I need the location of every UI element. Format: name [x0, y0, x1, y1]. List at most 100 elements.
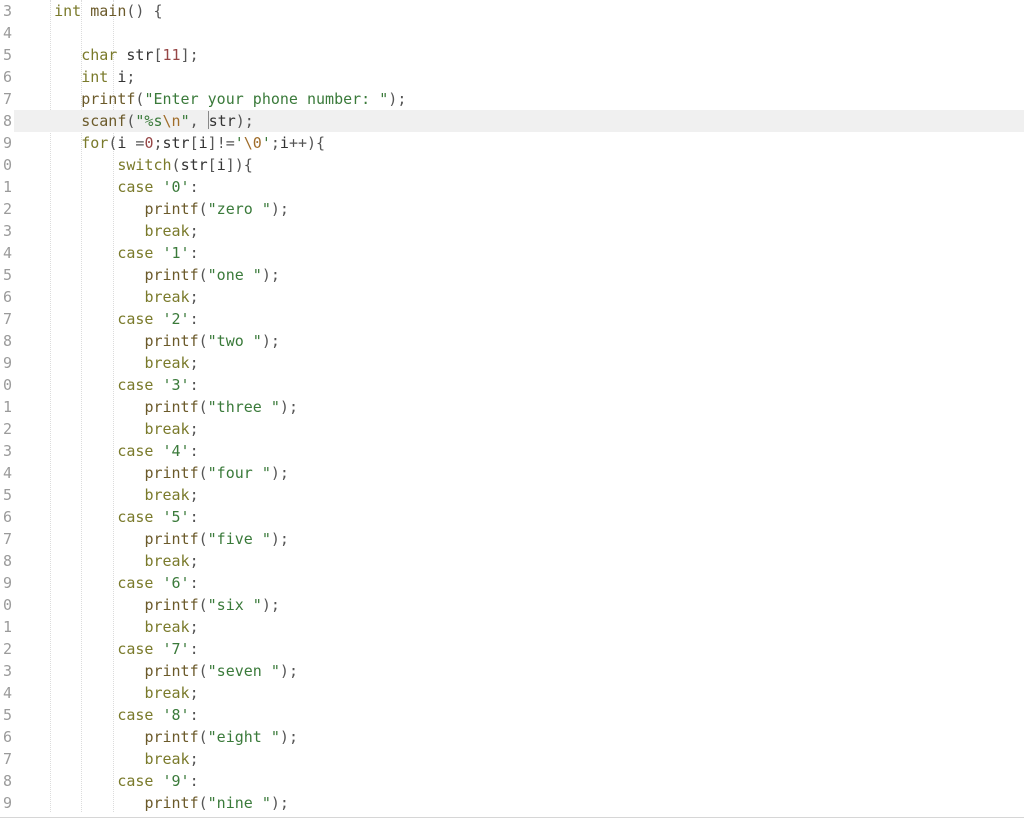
- token-pun: (: [199, 464, 208, 482]
- token-kw: case: [117, 310, 153, 328]
- token-kw: int: [54, 2, 81, 20]
- code-line[interactable]: printf("three ");: [14, 396, 1024, 418]
- code-line[interactable]: int main() {: [14, 0, 1024, 22]
- code-line[interactable]: case '1':: [14, 242, 1024, 264]
- token-pun: ;: [190, 552, 199, 570]
- code-line[interactable]: printf("one ");: [14, 264, 1024, 286]
- code-line[interactable]: char str[11];: [14, 44, 1024, 66]
- code-line[interactable]: break;: [14, 484, 1024, 506]
- code-line[interactable]: case '2':: [14, 308, 1024, 330]
- token-kw: break: [144, 750, 189, 768]
- token-id: i: [199, 134, 208, 152]
- token-pun: ;: [271, 266, 280, 284]
- token-fn: printf: [144, 266, 198, 284]
- token-pun: ;: [289, 728, 298, 746]
- code-area[interactable]: int main() { char str[11]; int i; printf…: [14, 0, 1024, 828]
- token-char: '4': [163, 442, 190, 460]
- code-line[interactable]: [14, 22, 1024, 44]
- line-number: 7: [0, 88, 14, 110]
- code-editor[interactable]: 3456789012345678901234567890123456789 in…: [0, 0, 1024, 828]
- token-str: "zero ": [208, 200, 271, 218]
- token-fn: main: [90, 2, 126, 20]
- token-str: "three ": [208, 398, 280, 416]
- code-line[interactable]: break;: [14, 748, 1024, 770]
- token-char: '9': [163, 772, 190, 790]
- code-line[interactable]: case '0':: [14, 176, 1024, 198]
- code-line[interactable]: case '9':: [14, 770, 1024, 792]
- token-pun: (: [199, 200, 208, 218]
- line-number: 3: [0, 660, 14, 682]
- token-str: "eight ": [208, 728, 280, 746]
- code-line[interactable]: case '3':: [14, 374, 1024, 396]
- code-line[interactable]: break;: [14, 682, 1024, 704]
- code-line[interactable]: for(i =0;str[i]!='\0';i++){: [14, 132, 1024, 154]
- line-number: 4: [0, 682, 14, 704]
- token-pun: (: [199, 728, 208, 746]
- line-number: 6: [0, 66, 14, 88]
- token-pun: (: [199, 596, 208, 614]
- code-line[interactable]: case '8':: [14, 704, 1024, 726]
- token-char: '6': [163, 574, 190, 592]
- code-line[interactable]: int i;: [14, 66, 1024, 88]
- token-kw: break: [144, 420, 189, 438]
- code-line[interactable]: break;: [14, 418, 1024, 440]
- code-line[interactable]: printf("Enter your phone number: ");: [14, 88, 1024, 110]
- token-char: '0': [163, 178, 190, 196]
- code-line[interactable]: break;: [14, 616, 1024, 638]
- token-pun: ): [262, 266, 271, 284]
- code-line[interactable]: printf("four ");: [14, 462, 1024, 484]
- token-char: ': [235, 134, 244, 152]
- token-pun: ): [280, 662, 289, 680]
- code-line[interactable]: case '6':: [14, 572, 1024, 594]
- line-number: 6: [0, 506, 14, 528]
- token-pun: ;: [190, 684, 199, 702]
- code-line[interactable]: case '4':: [14, 440, 1024, 462]
- editor-bottom-divider: [0, 817, 1024, 818]
- code-line[interactable]: printf("two ");: [14, 330, 1024, 352]
- code-line[interactable]: printf("zero ");: [14, 198, 1024, 220]
- code-line[interactable]: printf("seven ");: [14, 660, 1024, 682]
- token-pun: ;: [153, 134, 162, 152]
- code-line[interactable]: case '7':: [14, 638, 1024, 660]
- token-kw: break: [144, 354, 189, 372]
- token-kw: case: [117, 508, 153, 526]
- code-line[interactable]: scanf("%s\n", str);: [14, 110, 1024, 132]
- code-line[interactable]: case '5':: [14, 506, 1024, 528]
- token-fn: printf: [144, 332, 198, 350]
- token-str: "six ": [208, 596, 262, 614]
- token-pun: :: [190, 574, 199, 592]
- code-line[interactable]: break;: [14, 352, 1024, 374]
- code-line[interactable]: switch(str[i]){: [14, 154, 1024, 176]
- code-line[interactable]: printf("six ");: [14, 594, 1024, 616]
- line-number: 6: [0, 286, 14, 308]
- token-pun: ): [280, 728, 289, 746]
- token-pun: ): [262, 332, 271, 350]
- token-fn: printf: [144, 596, 198, 614]
- code-line[interactable]: printf("eight ");: [14, 726, 1024, 748]
- token-pun: ): [262, 596, 271, 614]
- code-line[interactable]: break;: [14, 550, 1024, 572]
- token-fn: printf: [81, 90, 135, 108]
- token-str: "nine ": [208, 794, 271, 812]
- code-line[interactable]: break;: [14, 286, 1024, 308]
- code-line[interactable]: break;: [14, 220, 1024, 242]
- line-number: 0: [0, 154, 14, 176]
- code-line[interactable]: printf("five ");: [14, 528, 1024, 550]
- token-id: i: [217, 156, 226, 174]
- token-fn: printf: [144, 662, 198, 680]
- line-number: 0: [0, 374, 14, 396]
- token-pun: ;: [190, 46, 199, 64]
- token-pun: ;: [289, 398, 298, 416]
- line-number: 2: [0, 198, 14, 220]
- token-pun: ;: [190, 618, 199, 636]
- token-pun: :: [190, 376, 199, 394]
- token-pun: (: [199, 530, 208, 548]
- line-number: 8: [0, 550, 14, 572]
- token-pun: [: [208, 156, 217, 174]
- token-pun: [153, 244, 162, 262]
- token-pun: ;: [190, 222, 199, 240]
- code-line[interactable]: printf("nine ");: [14, 792, 1024, 814]
- line-number: 5: [0, 704, 14, 726]
- token-pun: :: [190, 442, 199, 460]
- line-number: 3: [0, 0, 14, 22]
